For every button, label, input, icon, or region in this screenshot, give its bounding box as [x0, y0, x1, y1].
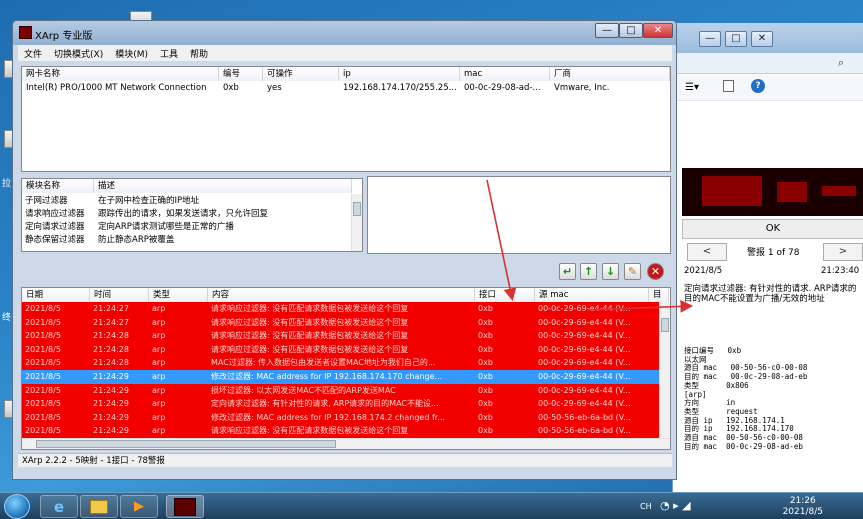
annotation-arrows — [486, 179, 694, 313]
taskbar: e ▶ CH ◔ ▸ ◢ 21:26 2021/8/5 — [0, 492, 863, 519]
tray-icons[interactable]: ◔ ▸ ◢ — [660, 499, 691, 512]
clock-date: 2021/8/5 — [782, 507, 823, 517]
media-player-icon[interactable]: ▶ — [120, 495, 158, 518]
taskbar-clock[interactable]: 21:26 2021/8/5 — [783, 496, 823, 518]
arrow-to-alert — [587, 299, 694, 313]
folder-icon[interactable] — [80, 495, 118, 518]
xarp-task-icon[interactable] — [166, 495, 204, 518]
ime-indicator[interactable]: CH — [640, 502, 652, 511]
ie-icon[interactable]: e — [40, 495, 78, 518]
arrow-to-log — [486, 179, 517, 302]
clock-time: 21:26 — [789, 496, 816, 506]
start-button[interactable] — [4, 494, 30, 519]
